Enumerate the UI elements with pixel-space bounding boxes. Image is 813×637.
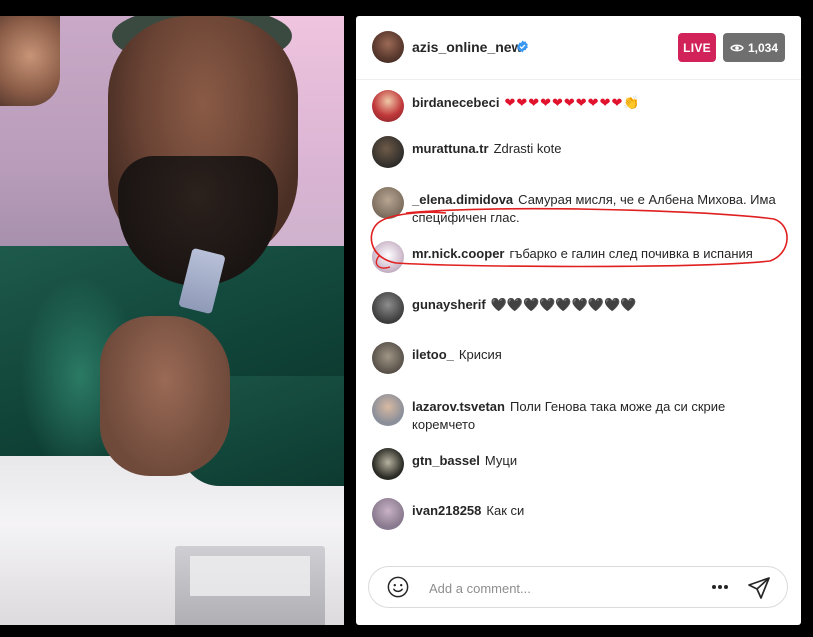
live-header: azis_online_new LIVE 1,034	[356, 16, 801, 80]
comment-text: гъбарко е галин след почивка в испания	[509, 246, 753, 261]
comment-text: Крисия	[458, 347, 502, 362]
commenter-avatar[interactable]	[372, 394, 404, 426]
emoji-icon[interactable]	[387, 576, 409, 598]
comment-input[interactable]	[427, 575, 691, 601]
send-icon[interactable]	[747, 576, 771, 600]
viewer-count-badge[interactable]: 1,034	[723, 33, 785, 62]
comment-box	[368, 566, 788, 608]
video-hand	[100, 316, 230, 476]
streamer-avatar[interactable]	[372, 31, 404, 63]
commenter-avatar[interactable]	[372, 342, 404, 374]
comment-username[interactable]: lazarov.tsvetan	[412, 399, 505, 414]
streamer-username[interactable]: azis_online_new	[412, 39, 522, 55]
video-background-person	[0, 16, 60, 106]
viewer-count: 1,034	[747, 40, 779, 55]
comment-username[interactable]: iletoo_	[412, 347, 454, 362]
commenter-avatar[interactable]	[372, 292, 404, 324]
commenter-avatar[interactable]	[372, 498, 404, 530]
clap-emoji: 👏	[623, 95, 640, 110]
comment-username[interactable]: murattuna.tr	[412, 141, 489, 156]
live-badge: LIVE	[678, 33, 716, 62]
comment-text: Муци	[484, 453, 518, 468]
comment-username[interactable]: birdanecebeci	[412, 95, 499, 110]
verified-badge-icon	[517, 40, 528, 53]
eye-icon	[730, 44, 744, 51]
more-options-icon[interactable]	[711, 581, 729, 593]
comment-username[interactable]: gunaysherif	[412, 297, 486, 312]
comment-text: Zdrasti kote	[493, 141, 562, 156]
comment-username[interactable]: mr.nick.cooper	[412, 246, 504, 261]
hearts-emoji: ❤❤❤❤❤❤❤❤❤❤	[504, 95, 624, 110]
comment-username[interactable]: ivan218258	[412, 503, 481, 518]
comment-username[interactable]: _elena.dimidova	[412, 192, 513, 207]
commenter-avatar[interactable]	[372, 90, 404, 122]
comment-text: Как си	[486, 503, 525, 518]
comments-list[interactable]: birdanecebeci ❤❤❤❤❤❤❤❤❤❤👏 murattuna.tr Zdr…	[356, 81, 801, 551]
commenter-avatar[interactable]	[372, 241, 404, 273]
commenter-avatar[interactable]	[372, 136, 404, 168]
live-panel: azis_online_new LIVE 1,034 birdanecebeci…	[356, 16, 801, 625]
commenter-avatar[interactable]	[372, 448, 404, 480]
black-hearts-emoji: 🖤🖤🖤🖤🖤🖤🖤🖤🖤	[490, 297, 637, 312]
comment-username[interactable]: gtn_bassel	[412, 453, 480, 468]
live-video[interactable]	[0, 16, 344, 625]
live-stream-window: azis_online_new LIVE 1,034 birdanecebeci…	[0, 0, 813, 637]
commenter-avatar[interactable]	[372, 187, 404, 219]
